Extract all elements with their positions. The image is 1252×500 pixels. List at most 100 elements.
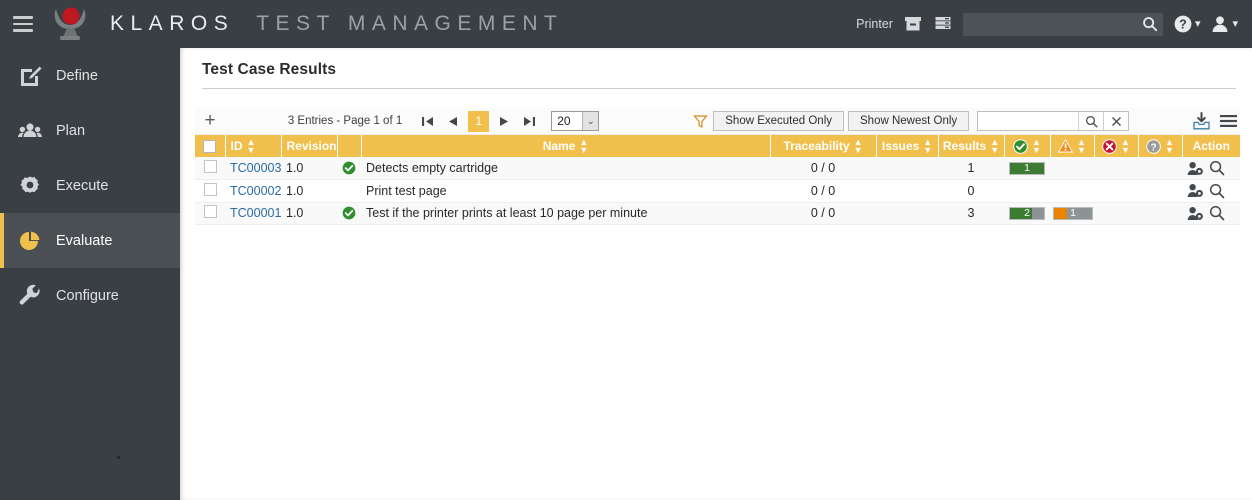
funnel-filter-icon[interactable] xyxy=(687,114,713,129)
project-box-icon[interactable] xyxy=(903,14,923,34)
cell-traceability: 0 / 0 xyxy=(770,179,876,203)
cell-passed-bar xyxy=(1004,179,1050,203)
chevron-down-icon: ⌄ xyxy=(582,112,599,130)
clear-x-icon[interactable] xyxy=(1103,112,1128,130)
pie-chart-icon xyxy=(18,229,42,253)
global-search-box[interactable] xyxy=(962,12,1163,36)
sidebar-item-plan[interactable]: Plan xyxy=(0,103,180,158)
assign-user-icon[interactable] xyxy=(1187,206,1204,221)
cell-name: Test if the printer prints at least 10 p… xyxy=(361,202,770,225)
klaros-logo-icon xyxy=(48,3,92,45)
row-checkbox[interactable] xyxy=(203,182,217,196)
export-download-icon[interactable] xyxy=(1192,111,1211,131)
page-size-select[interactable]: 20 ⌄ xyxy=(551,111,600,131)
header-actions: Printer ? ▾ ▾ xyxy=(856,0,1252,48)
column-header-status xyxy=(337,135,362,157)
wrench-icon xyxy=(18,284,42,308)
cell-id[interactable]: TC00001 xyxy=(225,202,281,225)
cell-id[interactable]: TC00003 xyxy=(225,157,281,180)
assign-user-icon[interactable] xyxy=(1187,183,1204,198)
magnifier-icon[interactable] xyxy=(1209,183,1225,199)
sidebar-item-label: Plan xyxy=(56,122,86,139)
user-icon xyxy=(1213,16,1228,32)
magnifier-icon[interactable] xyxy=(1209,205,1225,221)
cell-issues xyxy=(876,157,938,180)
sidebar-marker-dot xyxy=(117,456,120,459)
search-icon[interactable] xyxy=(1142,16,1158,32)
prev-page-icon[interactable] xyxy=(440,110,465,132)
grid-search-box[interactable] xyxy=(977,111,1130,131)
sort-arrows-icon: ▲ ▼ xyxy=(923,137,933,155)
cell-revision: 1.0 xyxy=(281,179,337,203)
column-header-traceability[interactable]: Traceability ▲ ▼ xyxy=(770,135,877,157)
show-newest-only-button[interactable]: Show Newest Only xyxy=(848,111,970,131)
options-menu-icon[interactable] xyxy=(1219,114,1238,128)
row-checkbox[interactable] xyxy=(203,205,217,219)
hamburger-menu-icon[interactable] xyxy=(0,0,46,48)
sidebar-item-label: Define xyxy=(56,67,98,84)
user-menu[interactable]: ▾ xyxy=(1210,14,1238,34)
warning-result-bar: 1 xyxy=(1053,207,1093,221)
column-label: ID xyxy=(230,139,243,153)
add-row-button[interactable]: + xyxy=(195,111,225,132)
show-executed-only-button[interactable]: Show Executed Only xyxy=(713,111,845,131)
column-header-revision[interactable]: Revision xyxy=(281,135,338,157)
sidebar-item-define[interactable]: Define xyxy=(0,48,180,103)
sidebar-item-execute[interactable]: Execute xyxy=(0,158,180,213)
grid-search-input[interactable] xyxy=(978,112,1079,130)
cell-revision: 1.0 xyxy=(281,202,337,225)
cell-results: 0 xyxy=(938,179,1004,203)
sidebar-item-evaluate[interactable]: Evaluate xyxy=(0,213,180,268)
table-row[interactable]: TC00002 1.0 Print test page 0 / 0 0 xyxy=(195,179,1240,203)
current-project-label: Printer xyxy=(856,17,893,31)
svg-text:?: ? xyxy=(1179,18,1187,32)
column-header-warning[interactable]: ▲ ▼ xyxy=(1050,135,1095,157)
test-case-id-link[interactable]: TC00001 xyxy=(230,206,281,220)
column-header-select[interactable] xyxy=(195,135,226,157)
test-case-id-link[interactable]: TC00002 xyxy=(230,184,281,198)
passed-result-bar: 1 xyxy=(1009,162,1045,176)
first-page-icon[interactable] xyxy=(415,110,440,132)
column-header-unknown[interactable]: ? ▲ ▼ xyxy=(1138,135,1183,157)
cell-unknown-bar xyxy=(1138,157,1182,180)
status-warning-icon xyxy=(1058,139,1074,153)
cell-failed-bar xyxy=(1094,179,1138,203)
select-all-checkbox[interactable] xyxy=(203,139,217,153)
sidebar-item-label: Configure xyxy=(56,287,119,304)
column-header-id[interactable]: ID ▲ ▼ xyxy=(225,135,282,157)
cell-unknown-bar xyxy=(1138,179,1182,203)
next-page-icon[interactable] xyxy=(492,110,517,132)
magnifier-icon[interactable] xyxy=(1209,160,1225,176)
test-case-id-link[interactable]: TC00003 xyxy=(230,161,281,175)
cell-id[interactable]: TC00002 xyxy=(225,179,281,203)
column-label: Results xyxy=(942,139,987,153)
database-icon[interactable] xyxy=(933,14,953,34)
cell-warning-bar: 1 xyxy=(1050,202,1094,225)
cell-issues xyxy=(876,179,938,203)
cell-status xyxy=(337,179,361,203)
column-header-failed[interactable]: ▲ ▼ xyxy=(1094,135,1139,157)
row-checkbox[interactable] xyxy=(203,160,217,173)
users-group-icon xyxy=(18,119,42,143)
row-select-cell[interactable] xyxy=(195,202,225,225)
table-row[interactable]: TC00001 1.0 Test if the printer prints a… xyxy=(195,202,1240,225)
global-search-input[interactable] xyxy=(962,12,1163,36)
row-select-cell[interactable] xyxy=(195,179,225,203)
last-page-icon[interactable] xyxy=(517,110,542,132)
column-header-passed[interactable]: ▲ ▼ xyxy=(1004,135,1051,157)
table-row[interactable]: TC00003 1.0 Detects empty cartridge 0 / … xyxy=(195,157,1240,180)
table-body: TC00003 1.0 Detects empty cartridge 0 / … xyxy=(195,157,1240,225)
column-header-results[interactable]: Results ▲ ▼ xyxy=(938,135,1005,157)
row-select-cell[interactable] xyxy=(195,157,225,180)
search-icon[interactable] xyxy=(1078,112,1103,130)
bar-count: 1 xyxy=(1070,207,1076,220)
help-menu[interactable]: ? ▾ xyxy=(1173,14,1200,34)
column-header-issues[interactable]: Issues ▲ ▼ xyxy=(876,135,939,157)
page-number-1[interactable]: 1 xyxy=(468,110,490,132)
assign-user-icon[interactable] xyxy=(1187,161,1204,176)
column-label: Name xyxy=(542,139,576,153)
cell-name: Print test page xyxy=(361,179,770,203)
column-header-name[interactable]: Name ▲ ▼ xyxy=(361,135,771,157)
cell-action xyxy=(1182,202,1240,225)
sidebar-item-configure[interactable]: Configure xyxy=(0,268,180,323)
